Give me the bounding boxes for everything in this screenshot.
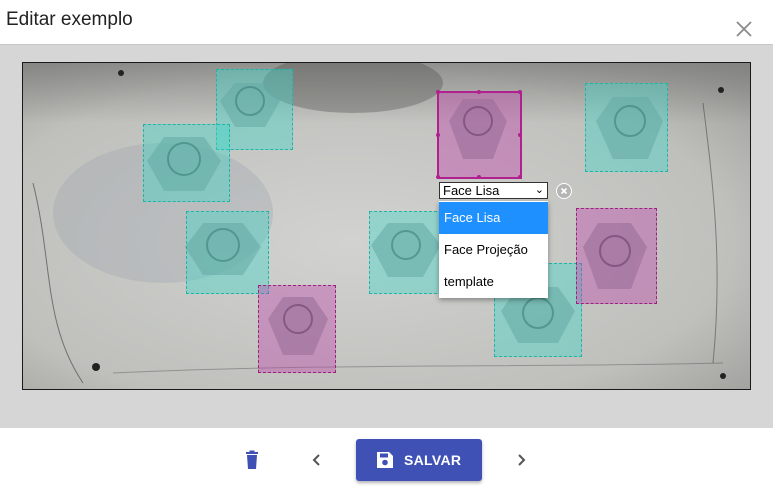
resize-handle[interactable] <box>436 90 440 94</box>
chevron-right-icon <box>518 454 526 466</box>
chevron-left-icon <box>312 454 320 466</box>
save-button-label: SALVAR <box>404 452 462 468</box>
resize-handle[interactable] <box>436 175 440 179</box>
label-dropdown: Face Lisa Face Projeção template <box>439 201 548 298</box>
close-button[interactable] <box>732 17 756 41</box>
resize-handle[interactable] <box>436 133 440 137</box>
chevron-down-icon: ⌄ <box>534 184 544 196</box>
dialog-title: Editar exemplo <box>6 9 133 30</box>
label-select-value: Face Lisa <box>443 183 500 198</box>
resize-handle[interactable] <box>518 90 522 94</box>
label-select[interactable]: Face Lisa ⌄ <box>439 182 548 199</box>
resize-handle[interactable] <box>477 175 481 179</box>
resize-handle[interactable] <box>518 133 522 137</box>
floppy-disk-icon <box>377 452 393 468</box>
trash-icon <box>246 450 258 469</box>
dropdown-option-face-projecao[interactable]: Face Projeção <box>439 234 548 266</box>
image-canvas[interactable] <box>22 62 751 390</box>
remove-annotation-button[interactable] <box>556 183 572 199</box>
resize-handle[interactable] <box>477 90 481 94</box>
remove-circle-icon <box>560 187 568 195</box>
bounding-box-face-lisa[interactable] <box>143 124 230 202</box>
bounding-box-selected[interactable] <box>436 90 522 179</box>
resize-handle[interactable] <box>518 175 522 179</box>
dropdown-option-template[interactable]: template <box>439 266 548 298</box>
save-button[interactable]: SALVAR <box>356 439 482 481</box>
previous-button[interactable] <box>302 446 330 474</box>
bounding-box-face-lisa[interactable] <box>186 211 269 294</box>
bounding-box-face-lisa[interactable] <box>585 83 668 172</box>
bounding-box-face-lisa[interactable] <box>369 211 447 294</box>
bounding-box-face-projecao[interactable] <box>258 285 336 373</box>
close-icon <box>736 21 752 37</box>
dialog-header: Editar exemplo <box>0 0 773 44</box>
bounding-box-face-projecao[interactable] <box>576 208 657 304</box>
dropdown-option-face-lisa[interactable]: Face Lisa <box>439 202 548 234</box>
next-button[interactable] <box>508 446 536 474</box>
delete-button[interactable] <box>238 446 266 474</box>
